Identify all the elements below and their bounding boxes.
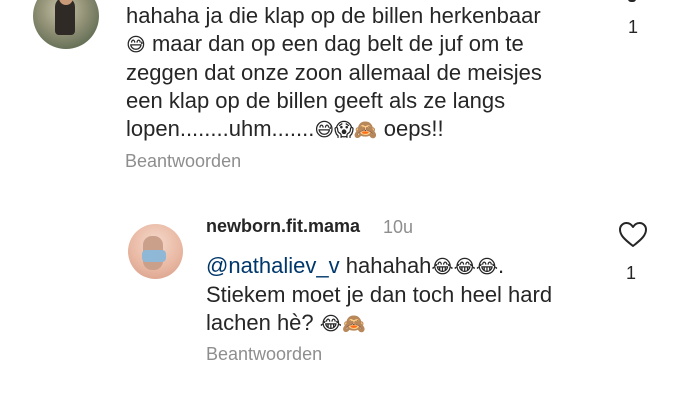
comment-line: @nathaliev_v hahahah😂😂😂. bbox=[206, 253, 505, 278]
avatar-clothing bbox=[142, 250, 166, 262]
comment-line: Stiekem moet je dan toch heel hard bbox=[206, 282, 553, 307]
comment-text: @nathaliev_v hahahah😂😂😂. Stiekem moet je… bbox=[206, 252, 552, 338]
avatar[interactable] bbox=[33, 0, 99, 49]
comment-line: 😅 maar dan op een dag belt de juf om te bbox=[126, 31, 524, 56]
emoji-group: 😂🙈 bbox=[319, 313, 366, 335]
avatar[interactable] bbox=[128, 224, 183, 279]
like-count[interactable]: 1 bbox=[626, 263, 636, 284]
comment-line: een klap op de billen geeft als ze langs bbox=[126, 88, 506, 113]
comment-line: lopen........uhm.......😅😱🙈 oeps!! bbox=[126, 116, 444, 141]
time-ago: 10u bbox=[383, 217, 414, 237]
avatar-figure bbox=[55, 0, 75, 35]
reply-button[interactable]: Beantwoorden bbox=[125, 151, 241, 172]
comment-line: lachen hè? 😂🙈 bbox=[206, 310, 366, 335]
heart-outline-icon[interactable] bbox=[618, 221, 648, 249]
username[interactable]: newborn.fit.mama bbox=[206, 216, 360, 237]
like-count[interactable]: 1 bbox=[628, 17, 638, 38]
sweat-smile-emoji: 😅 bbox=[126, 34, 146, 56]
emoji-group: 😅😱🙈 bbox=[314, 119, 378, 141]
comment-line: zeggen dat onze zoon allemaal de meisjes bbox=[126, 60, 542, 85]
mention-link[interactable]: @nathaliev_v bbox=[206, 253, 340, 278]
comment-line: hahaha ja die klap op de billen herkenba… bbox=[126, 3, 541, 28]
partial-heart-icon[interactable] bbox=[628, 0, 636, 2]
reply-button[interactable]: Beantwoorden bbox=[206, 344, 322, 365]
laughing-emoji-group: 😂😂😂 bbox=[431, 256, 499, 278]
comment-text: hahaha ja die klap op de billen herkenba… bbox=[126, 2, 542, 144]
heart-outline-icon bbox=[619, 222, 647, 247]
